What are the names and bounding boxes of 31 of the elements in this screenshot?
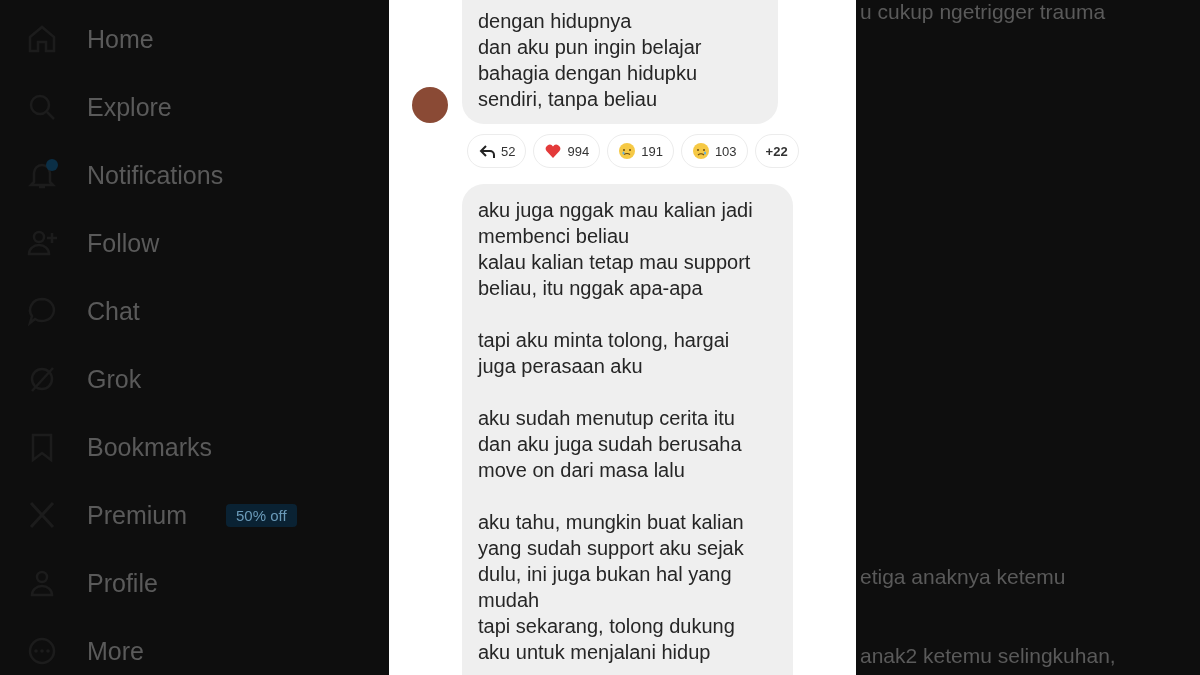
more-reactions-button[interactable]: +22	[754, 134, 799, 168]
nav-link[interactable]: Home	[87, 24, 154, 54]
post-text: anak2 ketemu selingkuhan,	[859, 644, 1117, 668]
nav-link[interactable]: Chat	[87, 296, 140, 326]
nav-link[interactable]: Follow	[87, 228, 160, 258]
post-text: etiga anaknya ketemu	[859, 565, 1067, 589]
heart-icon	[544, 142, 563, 160]
post-text: u cukup ngetrigger trauma	[859, 0, 1107, 24]
nav-link[interactable]: Profile	[87, 568, 158, 598]
nav-link[interactable]: Premium	[87, 500, 187, 530]
reaction-button[interactable]: 52	[467, 134, 527, 168]
nav-link[interactable]: Bookmarks	[87, 432, 213, 462]
nav-icon[interactable]	[26, 159, 58, 191]
unread-dot	[46, 159, 58, 171]
message-paragraph: aku juga nggak mau kalian jadi membenci beliau kalau kalian tetap mau support beliau, itu nggak apa-apa	[478, 198, 754, 301]
nav-link[interactable]: Grok	[87, 364, 142, 394]
message-paragraph: aku tahu, mungkin buat kalian yang sudah support aku sejak dulu, ini juga bukan hal yang mudah tapi sekarang, tolong dukung aku untuk menjalani hidup	[478, 510, 745, 665]
sad-face-icon	[691, 142, 710, 160]
message-paragraph: aku sudah menutup cerita itu dan aku juga sudah berusaha move on dari masa lalu	[478, 406, 743, 483]
message-paragraph: tapi aku minta tolong, hargai juga perasaan aku	[478, 328, 731, 379]
reaction-button[interactable]: 103	[680, 134, 748, 168]
nav-link[interactable]: Notifications	[87, 160, 224, 190]
reaction-button[interactable]: 994	[533, 134, 601, 168]
tearful-face-icon	[618, 142, 637, 160]
message-bubble: dengan hidupnya dan aku pun ingin belajar bahagia dengan hidupku sendiri, tanpa beliau	[462, 0, 778, 124]
nav-link[interactable]: More	[87, 636, 144, 666]
avatar-photo	[412, 87, 448, 123]
reply-arrow-icon	[478, 142, 496, 160]
reaction-button[interactable]: 191	[607, 134, 674, 168]
discount-badge: 50% off	[226, 503, 297, 527]
nav-link[interactable]: Explore	[87, 92, 172, 122]
